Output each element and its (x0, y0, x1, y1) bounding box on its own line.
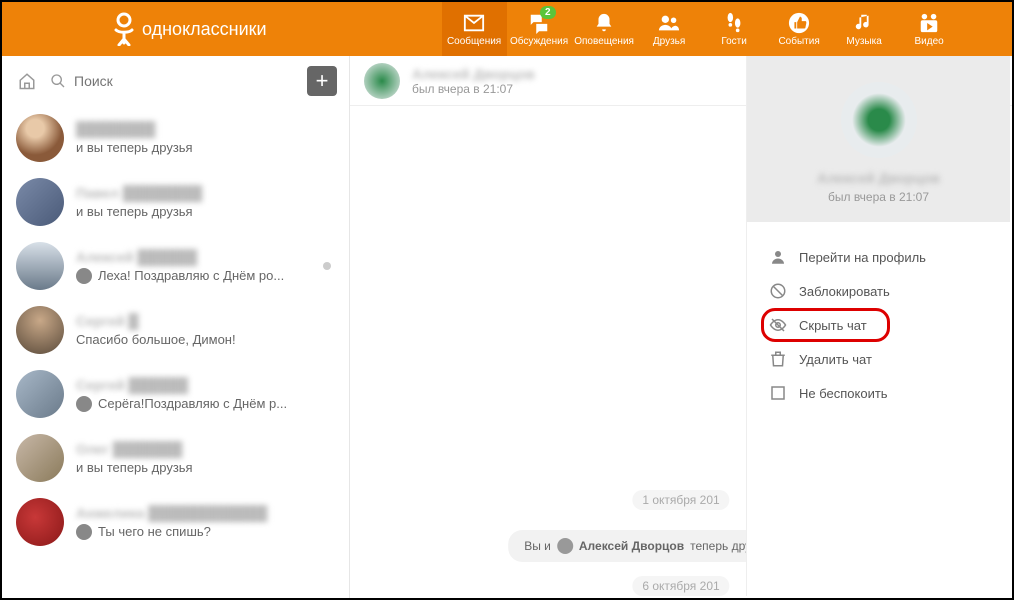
thumbs-up-icon (786, 12, 812, 34)
nav-discussions[interactable]: 2 Обсуждения (507, 2, 572, 56)
menu-label: Заблокировать (799, 284, 890, 299)
menu-label: Скрыть чат (799, 318, 867, 333)
eye-off-icon (769, 316, 787, 334)
nav-label: Оповещения (574, 36, 634, 47)
menu-label: Перейти на профиль (799, 250, 926, 265)
chat-list[interactable]: ████████ и вы теперь друзья Павел ██████… (2, 106, 349, 598)
nav-menu: Сообщения 2 Обсуждения Оповещения Друзья… (442, 2, 962, 56)
profile-icon (769, 248, 787, 266)
new-chat-button[interactable]: + (307, 66, 337, 96)
chat-item[interactable]: Павел ████████ и вы теперь друзья (2, 170, 349, 234)
friends-icon (656, 12, 682, 34)
nav-video[interactable]: Видео (897, 2, 962, 56)
panel-profile-section: Алексей Дворцов был вчера в 21:07 (747, 56, 1010, 222)
mini-avatar-icon (76, 524, 92, 540)
chat-item[interactable]: ████████ и вы теперь друзья (2, 106, 349, 170)
chat-item[interactable]: Олег ███████ и вы теперь друзья (2, 426, 349, 490)
menu-label: Не беспокоить (799, 386, 888, 401)
date-separator: 1 октября 201 (632, 490, 729, 510)
nav-messages[interactable]: Сообщения (442, 2, 507, 56)
panel-menu: Перейти на профиль Заблокировать Скрыть … (747, 222, 1010, 428)
chat-item[interactable]: Сергей █ Спасибо большое, Димон! (2, 298, 349, 362)
chat-preview: и вы теперь друзья (76, 140, 335, 155)
nav-label: Сообщения (447, 36, 501, 47)
discussions-badge: 2 (540, 6, 556, 19)
conversations-sidebar: + ████████ и вы теперь друзья Павел ████… (2, 56, 350, 598)
chat-preview: Леха! Поздравляю с Днём ро... (76, 268, 335, 284)
date-separator: 6 октября 201 (632, 576, 729, 596)
nav-notifications[interactable]: Оповещения (572, 2, 637, 56)
chat-preview: Спасибо большое, Димон! (76, 332, 335, 347)
chat-name: ████████ (76, 121, 335, 137)
mini-avatar-icon (76, 268, 92, 284)
chat-preview: и вы теперь друзья (76, 204, 335, 219)
chat-preview: и вы теперь друзья (76, 460, 335, 475)
chat-name: Павел ████████ (76, 185, 335, 201)
panel-username: Алексей Дворцов (747, 170, 1010, 186)
mini-avatar-icon (76, 396, 92, 412)
avatar (16, 114, 64, 162)
panel-status: был вчера в 21:07 (747, 190, 1010, 204)
search-wrap (50, 73, 297, 89)
chat-name: Алексей ██████ (76, 249, 335, 265)
avatar (16, 306, 64, 354)
nav-guests[interactable]: Гости (702, 2, 767, 56)
panel-avatar[interactable] (841, 82, 917, 158)
envelope-icon (461, 12, 487, 34)
menu-label: Удалить чат (799, 352, 872, 367)
bell-icon (591, 12, 617, 34)
chat-item[interactable]: Алексей ██████ Леха! Поздравляю с Днём р… (2, 234, 349, 298)
nav-events[interactable]: События (767, 2, 832, 56)
nav-label: События (778, 36, 819, 47)
top-navbar: одноклассники Сообщения 2 Обсуждения Опо… (2, 2, 1012, 56)
brand-name: одноклассники (142, 19, 267, 40)
search-input[interactable] (74, 73, 297, 89)
home-icon (18, 72, 36, 90)
menu-hide-chat[interactable]: Скрыть чат (747, 308, 1010, 342)
trash-icon (769, 350, 787, 368)
chat-info-panel: Алексей Дворцов был вчера в 21:07 Перейт… (746, 56, 1010, 596)
menu-block[interactable]: Заблокировать (747, 274, 1010, 308)
nav-label: Обсуждения (510, 36, 568, 47)
music-icon (851, 12, 877, 34)
avatar (16, 242, 64, 290)
video-icon (916, 12, 942, 34)
footprints-icon (721, 12, 747, 34)
nav-friends[interactable]: Друзья (637, 2, 702, 56)
nav-music[interactable]: Музыка (832, 2, 897, 56)
ok-logo-icon (112, 12, 136, 46)
chat-name: Сергей ██████ (76, 377, 335, 393)
avatar (16, 498, 64, 546)
unread-dot (323, 262, 331, 270)
chat-name: Сергей █ (76, 313, 335, 329)
home-button[interactable] (14, 68, 40, 94)
chat-name: Анжелика ████████████ (76, 505, 335, 521)
menu-goto-profile[interactable]: Перейти на профиль (747, 240, 1010, 274)
dnd-icon (769, 384, 787, 402)
chat-name: Олег ███████ (76, 441, 335, 457)
chat-preview: Ты чего не спишь? (76, 524, 335, 540)
nav-label: Друзья (653, 36, 685, 47)
sidebar-search-row: + (2, 56, 349, 106)
nav-label: Видео (914, 36, 943, 47)
search-icon (50, 73, 66, 89)
brand-logo[interactable]: одноклассники (112, 12, 267, 46)
chat-header-avatar[interactable] (364, 63, 400, 99)
chat-preview: Серёга!Поздравляю с Днём р... (76, 396, 335, 412)
block-icon (769, 282, 787, 300)
avatar (16, 434, 64, 482)
menu-do-not-disturb[interactable]: Не беспокоить (747, 376, 1010, 410)
nav-label: Гости (721, 36, 746, 47)
menu-delete-chat[interactable]: Удалить чат (747, 342, 1010, 376)
nav-label: Музыка (846, 36, 881, 47)
chat-item[interactable]: Анжелика ████████████ Ты чего не спишь? (2, 490, 349, 554)
avatar (16, 370, 64, 418)
avatar (16, 178, 64, 226)
chat-item[interactable]: Сергей ██████ Серёга!Поздравляю с Днём р… (2, 362, 349, 426)
mini-avatar-icon (557, 538, 573, 554)
